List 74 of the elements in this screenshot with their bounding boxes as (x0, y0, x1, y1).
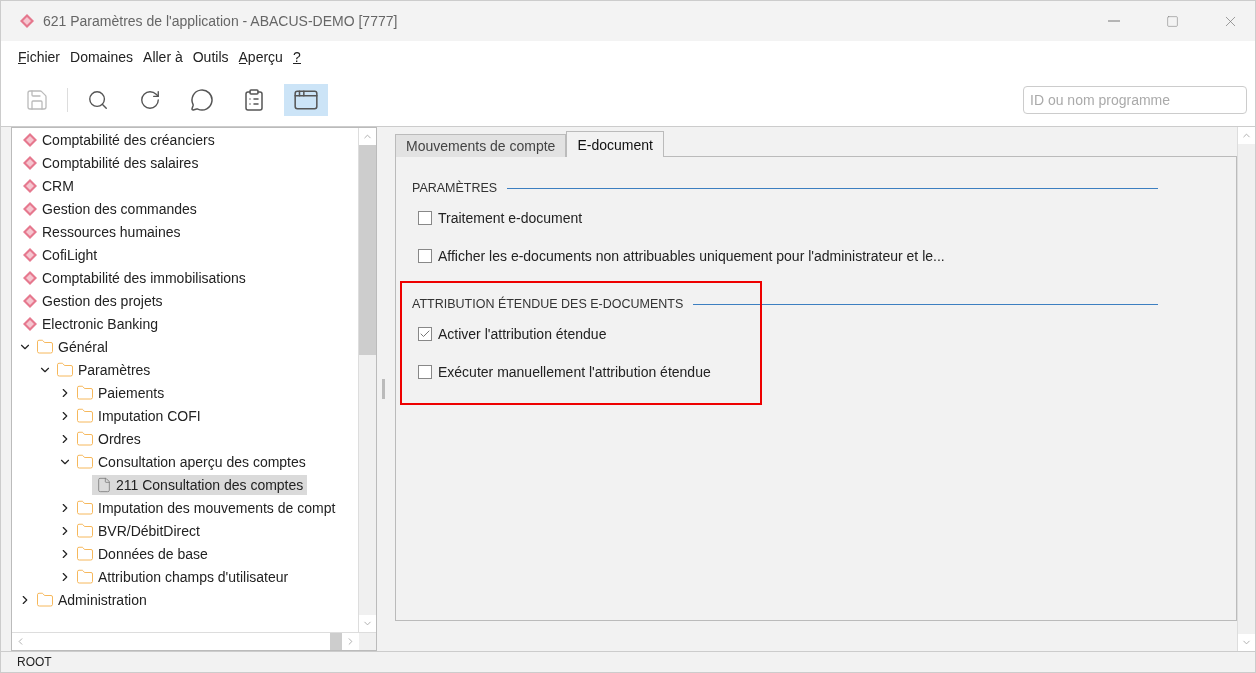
tree-item[interactable]: Gestion des projets (18, 290, 167, 311)
tree-item[interactable]: Imputation COFI (72, 404, 205, 427)
search-field[interactable]: ID ou nom programme (1023, 85, 1247, 114)
module-icon (22, 154, 38, 171)
menu-item[interactable]: Aller à (138, 49, 188, 65)
horizontal-scrollbar[interactable] (12, 632, 376, 650)
tree-item[interactable]: Electronic Banking (18, 313, 162, 334)
checkbox-option[interactable]: Afficher les e-documents non attribuables uniquement pour l'administrateur et le... (412, 237, 1158, 275)
maximize-icon (1165, 14, 1179, 28)
checkbox-option[interactable]: Traitement e-document (412, 199, 1158, 237)
tree-item[interactable]: CRM (18, 175, 78, 196)
tree-item[interactable]: 211 Consultation des comptes (92, 474, 308, 495)
folder-icon (76, 406, 94, 425)
tree-item[interactable]: Paramètres (52, 358, 155, 381)
section-title: PARAMÈTRES (412, 181, 498, 195)
checkbox[interactable] (418, 249, 432, 263)
tab[interactable]: E-document (566, 131, 664, 157)
tree-item[interactable]: Paiements (72, 381, 169, 404)
minimize-icon (1108, 20, 1120, 22)
checkbox-option[interactable]: Activer l'attribution étendue (412, 315, 1158, 353)
module-icon (22, 177, 38, 194)
tree-item[interactable]: Comptabilité des créanciers (18, 129, 219, 150)
toolbar-button[interactable] (284, 83, 328, 116)
folder-icon (76, 567, 94, 586)
tree-item[interactable]: Attribution champs d'utilisateur (72, 565, 293, 588)
module-icon (22, 315, 38, 332)
tree-item[interactable]: Consultation aperçu des comptes (72, 450, 310, 473)
tree-item[interactable]: Comptabilité des salaires (18, 152, 203, 173)
window-title: 621 Paramètres de l'application - ABACUS-DEMO [7777] (43, 13, 399, 29)
module-icon (22, 223, 38, 240)
module-icon (22, 200, 38, 217)
checkbox[interactable] (418, 365, 432, 379)
vertical-scrollbar[interactable] (358, 128, 376, 632)
menu-item[interactable]: Outils (187, 49, 234, 65)
menu-item[interactable]: Fichier (13, 49, 65, 65)
tab[interactable]: Mouvements de compte (395, 134, 567, 157)
tree-item[interactable]: Données de base (72, 542, 212, 565)
folder-icon (56, 360, 74, 379)
folder-icon (76, 544, 94, 563)
refresh-icon (139, 88, 161, 111)
app-logo-icon (19, 13, 35, 29)
folder-icon (76, 452, 94, 471)
checkbox-option[interactable]: Exécuter manuellement l'attribution étendue (412, 353, 1158, 391)
folder-icon (76, 521, 94, 540)
folder-icon (76, 383, 94, 402)
module-icon (22, 131, 38, 148)
scroll-thumb[interactable] (330, 633, 342, 650)
menu-item[interactable]: Aperçu (233, 49, 288, 65)
folder-icon (76, 429, 94, 448)
tree-item[interactable]: Ordres (72, 427, 145, 450)
tree-item[interactable]: Général (32, 335, 112, 358)
tree-item[interactable]: Imputation des mouvements de compt (72, 496, 340, 519)
save-icon (25, 87, 49, 112)
menu-item[interactable]: ? (287, 49, 306, 65)
checkbox[interactable] (418, 211, 432, 225)
tree-item[interactable]: Ressources humaines (18, 221, 185, 242)
folder-icon (36, 590, 54, 609)
checkbox[interactable] (418, 327, 432, 341)
tree-item[interactable]: Gestion des commandes (18, 198, 201, 219)
section-title: ATTRIBUTION ÉTENDUE DES E-DOCUMENTS (412, 297, 684, 311)
module-icon (22, 269, 38, 286)
tree-item[interactable]: Administration (32, 588, 151, 611)
search-icon (87, 88, 109, 111)
folder-icon (76, 498, 94, 517)
tree-item[interactable]: Comptabilité des immobilisations (18, 267, 250, 288)
scroll-thumb[interactable] (359, 145, 376, 355)
tree-item[interactable]: BVR/DébitDirect (72, 519, 204, 542)
module-icon (22, 292, 38, 309)
status-text: ROOT (17, 655, 52, 669)
module-icon (22, 246, 38, 263)
folder-icon (36, 337, 54, 356)
document-icon (96, 476, 112, 493)
tree-item[interactable]: CofiLight (18, 244, 102, 265)
menu-item[interactable]: Domaines (65, 49, 139, 65)
